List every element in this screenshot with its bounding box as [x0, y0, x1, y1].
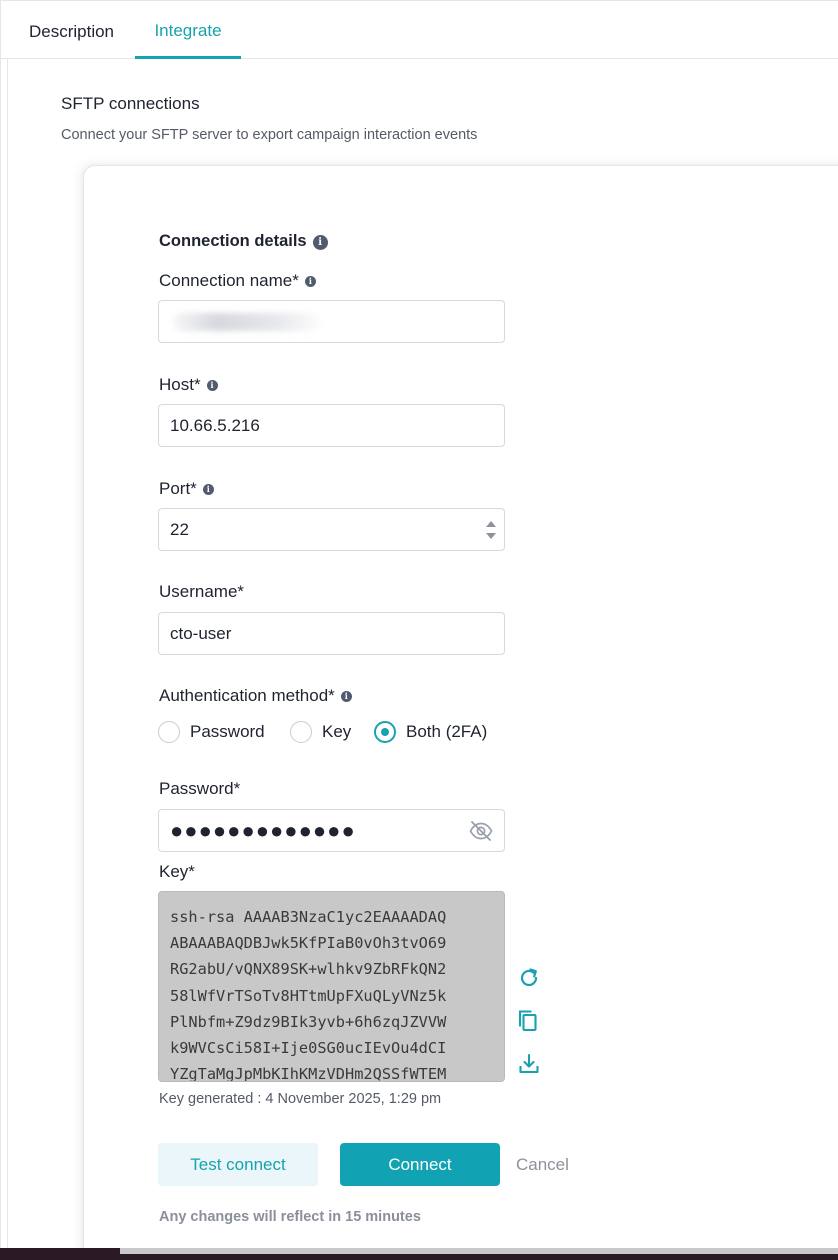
auth-method-label: Authentication method* i [159, 686, 352, 706]
copy-icon[interactable] [516, 1008, 542, 1034]
section-title: SFTP connections [61, 94, 200, 113]
connection-name-input[interactable] [158, 300, 505, 343]
connection-name-label-text: Connection name* [159, 271, 299, 290]
info-icon[interactable]: i [312, 235, 328, 250]
connect-button[interactable]: Connect [340, 1143, 500, 1186]
content-left-rule [7, 59, 8, 1249]
username-label-text: Username* [159, 582, 245, 601]
tab-integrate[interactable]: Integrate [135, 1, 241, 59]
radio-label: Both (2FA) [406, 722, 488, 741]
password-input[interactable]: ●●●●●●●●●●●●● [158, 809, 505, 852]
username-value: cto-user [170, 624, 232, 643]
password-label-text: Password* [159, 779, 241, 798]
key-textarea[interactable]: ssh-rsa AAAAB3NzaC1yc2EAAAADAQ ABAAABAQDB… [158, 891, 505, 1082]
key-line: YZgTaMgJpMbKIhKMzVDHm2QSSfWTEM [170, 1065, 447, 1082]
radio-label: Password [190, 722, 265, 741]
auth-method-label-text: Authentication method* [159, 686, 335, 705]
host-input[interactable]: 10.66.5.216 [158, 404, 505, 447]
download-icon[interactable] [516, 1051, 542, 1077]
key-line: k9WVCsCi58I+Ije0SG0ucIEvOu4dCI [170, 1039, 447, 1058]
host-label-text: Host* [159, 375, 201, 394]
host-label: Host* i [159, 375, 218, 395]
bottom-scrollbar[interactable] [0, 1248, 838, 1260]
changes-note: Any changes will reflect in 15 minutes [159, 1209, 421, 1225]
cancel-button[interactable]: Cancel [516, 1143, 569, 1186]
key-label: Key* [159, 862, 195, 882]
key-line: ABAAABAQDBJwk5KfPIaB0vOh3tvO69 [170, 934, 447, 953]
tab-bar: Description Integrate [1, 1, 838, 59]
key-line: PlNbfm+Z9dz9BIk3yvb+6h6zqJZVVW [170, 1012, 447, 1031]
connection-details-heading: Connection details i [159, 232, 328, 251]
password-masked-value: ●●●●●●●●●●●●● [170, 818, 356, 843]
key-generated-text: Key generated : 4 November 2025, 1:29 pm [159, 1091, 442, 1107]
connection-details-title: Connection details [159, 232, 307, 250]
page-frame: Description Integrate SFTP connections C… [0, 0, 838, 1260]
redacted-text [173, 313, 321, 331]
eye-off-icon[interactable] [469, 820, 493, 842]
port-input[interactable]: 22 [158, 508, 505, 551]
tab-description[interactable]: Description [9, 1, 134, 59]
radio-label: Key [322, 722, 352, 741]
radio-circle-selected[interactable] [374, 721, 396, 743]
username-input[interactable]: cto-user [158, 612, 505, 655]
port-label-text: Port* [159, 479, 197, 498]
refresh-icon[interactable] [516, 965, 542, 991]
key-label-text: Key* [159, 862, 195, 881]
info-icon[interactable]: i [202, 484, 214, 495]
stepper-arrows-icon[interactable] [485, 517, 497, 543]
username-label: Username* [159, 582, 244, 602]
radio-circle[interactable] [290, 721, 312, 743]
radio-circle[interactable] [158, 721, 180, 743]
test-connect-button[interactable]: Test connect [158, 1143, 318, 1186]
info-icon[interactable]: i [340, 691, 352, 702]
port-label: Port* i [159, 479, 214, 499]
key-line: RG2abU/vQNX89SK+wlhkv9ZbRFkQN2 [170, 960, 447, 979]
section-subtitle: Connect your SFTP server to export campa… [61, 127, 478, 143]
key-line: 58lWfVrTSoTv8HTtmUpFXuQLyVNz5k [170, 986, 447, 1005]
key-line: ssh-rsa AAAAB3NzaC1yc2EAAAADAQ [170, 908, 447, 926]
info-icon[interactable]: i [304, 276, 316, 287]
host-value: 10.66.5.216 [170, 416, 260, 435]
connection-name-label: Connection name* i [159, 271, 316, 291]
port-value: 22 [170, 520, 189, 539]
info-icon[interactable]: i [206, 380, 218, 391]
password-label: Password* [159, 779, 240, 799]
